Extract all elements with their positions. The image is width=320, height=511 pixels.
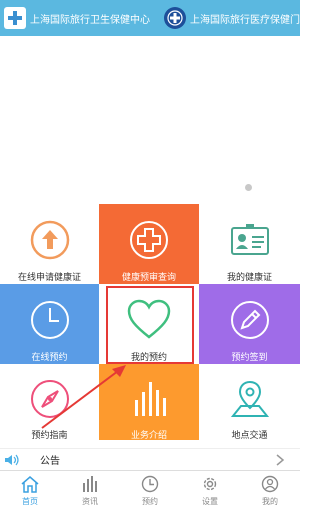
tile-business-introduction[interactable]: 业务介绍	[99, 364, 199, 440]
tab-mine[interactable]: 我的	[240, 471, 300, 511]
pencil-icon	[228, 298, 272, 342]
gear-icon	[199, 474, 221, 494]
header-right-title: 上海国际旅行医疗保健门诊部	[190, 14, 300, 26]
medical-cross-icon	[127, 218, 171, 262]
tile-online-appointment[interactable]: 在线预约	[0, 284, 99, 364]
map-pin-icon	[228, 378, 272, 420]
banner-area	[0, 36, 300, 204]
tab-label: 我的	[262, 497, 278, 506]
chevron-right-icon	[276, 453, 285, 466]
tile-label: 我的健康证	[226, 272, 272, 282]
id-card-icon	[228, 218, 272, 262]
header-bar: 上海国际旅行卫生保健中心 上海国际旅行医疗保健门诊部	[0, 0, 300, 36]
tile-label: 业务介绍	[130, 430, 167, 440]
announcement-label: 公告	[40, 456, 60, 467]
clock-icon	[28, 298, 72, 342]
tile-label: 健康预审查询	[121, 272, 176, 282]
tile-health-pre-review-query[interactable]: 健康预审查询	[99, 204, 199, 284]
announcement-bar[interactable]: 公告	[0, 448, 300, 470]
tab-news[interactable]: 资讯	[60, 471, 120, 511]
upload-icon	[28, 218, 72, 262]
tile-appointment-guide[interactable]: 预约指南	[0, 364, 99, 440]
tab-label: 资讯	[82, 497, 98, 506]
menu-grid: 在线申请健康证 健康预审查询 我的健康证 在线预约 我的预约 预约签到 预约指南…	[0, 204, 300, 440]
tile-label: 地点交通	[231, 430, 268, 440]
clinic-logo-icon	[164, 7, 186, 29]
compass-icon	[28, 378, 72, 420]
header-left-title: 上海国际旅行卫生保健中心	[30, 14, 150, 26]
tile-my-health-certificate[interactable]: 我的健康证	[199, 204, 300, 284]
tab-label: 预约	[142, 497, 158, 506]
bar-chart-icon	[127, 378, 171, 420]
tab-appointment[interactable]: 预约	[120, 471, 180, 511]
tile-label: 在线预约	[31, 352, 68, 362]
tab-home[interactable]: 首页	[0, 471, 60, 511]
bottom-tab-bar: 首页 资讯 预约 设置 我的	[0, 470, 300, 511]
tile-label: 我的预约	[130, 352, 167, 362]
tab-label: 首页	[22, 497, 38, 506]
tile-apply-health-certificate[interactable]: 在线申请健康证	[0, 204, 99, 284]
health-center-logo-icon	[4, 7, 26, 29]
tile-label: 预约签到	[231, 352, 268, 362]
speaker-icon	[4, 453, 22, 467]
news-icon	[79, 474, 101, 494]
banner-page-indicator[interactable]	[245, 184, 252, 191]
tile-location-transport[interactable]: 地点交通	[199, 364, 300, 440]
tile-appointment-check-in[interactable]: 预约签到	[199, 284, 300, 364]
tile-label: 预约指南	[31, 430, 68, 440]
tile-my-appointment[interactable]: 我的预约	[99, 284, 199, 364]
tab-settings[interactable]: 设置	[180, 471, 240, 511]
user-icon	[259, 474, 281, 494]
home-icon	[19, 474, 41, 494]
heart-icon	[127, 298, 171, 342]
tile-label: 在线申请健康证	[17, 272, 81, 282]
tab-label: 设置	[202, 497, 218, 506]
clock-icon	[139, 474, 161, 494]
